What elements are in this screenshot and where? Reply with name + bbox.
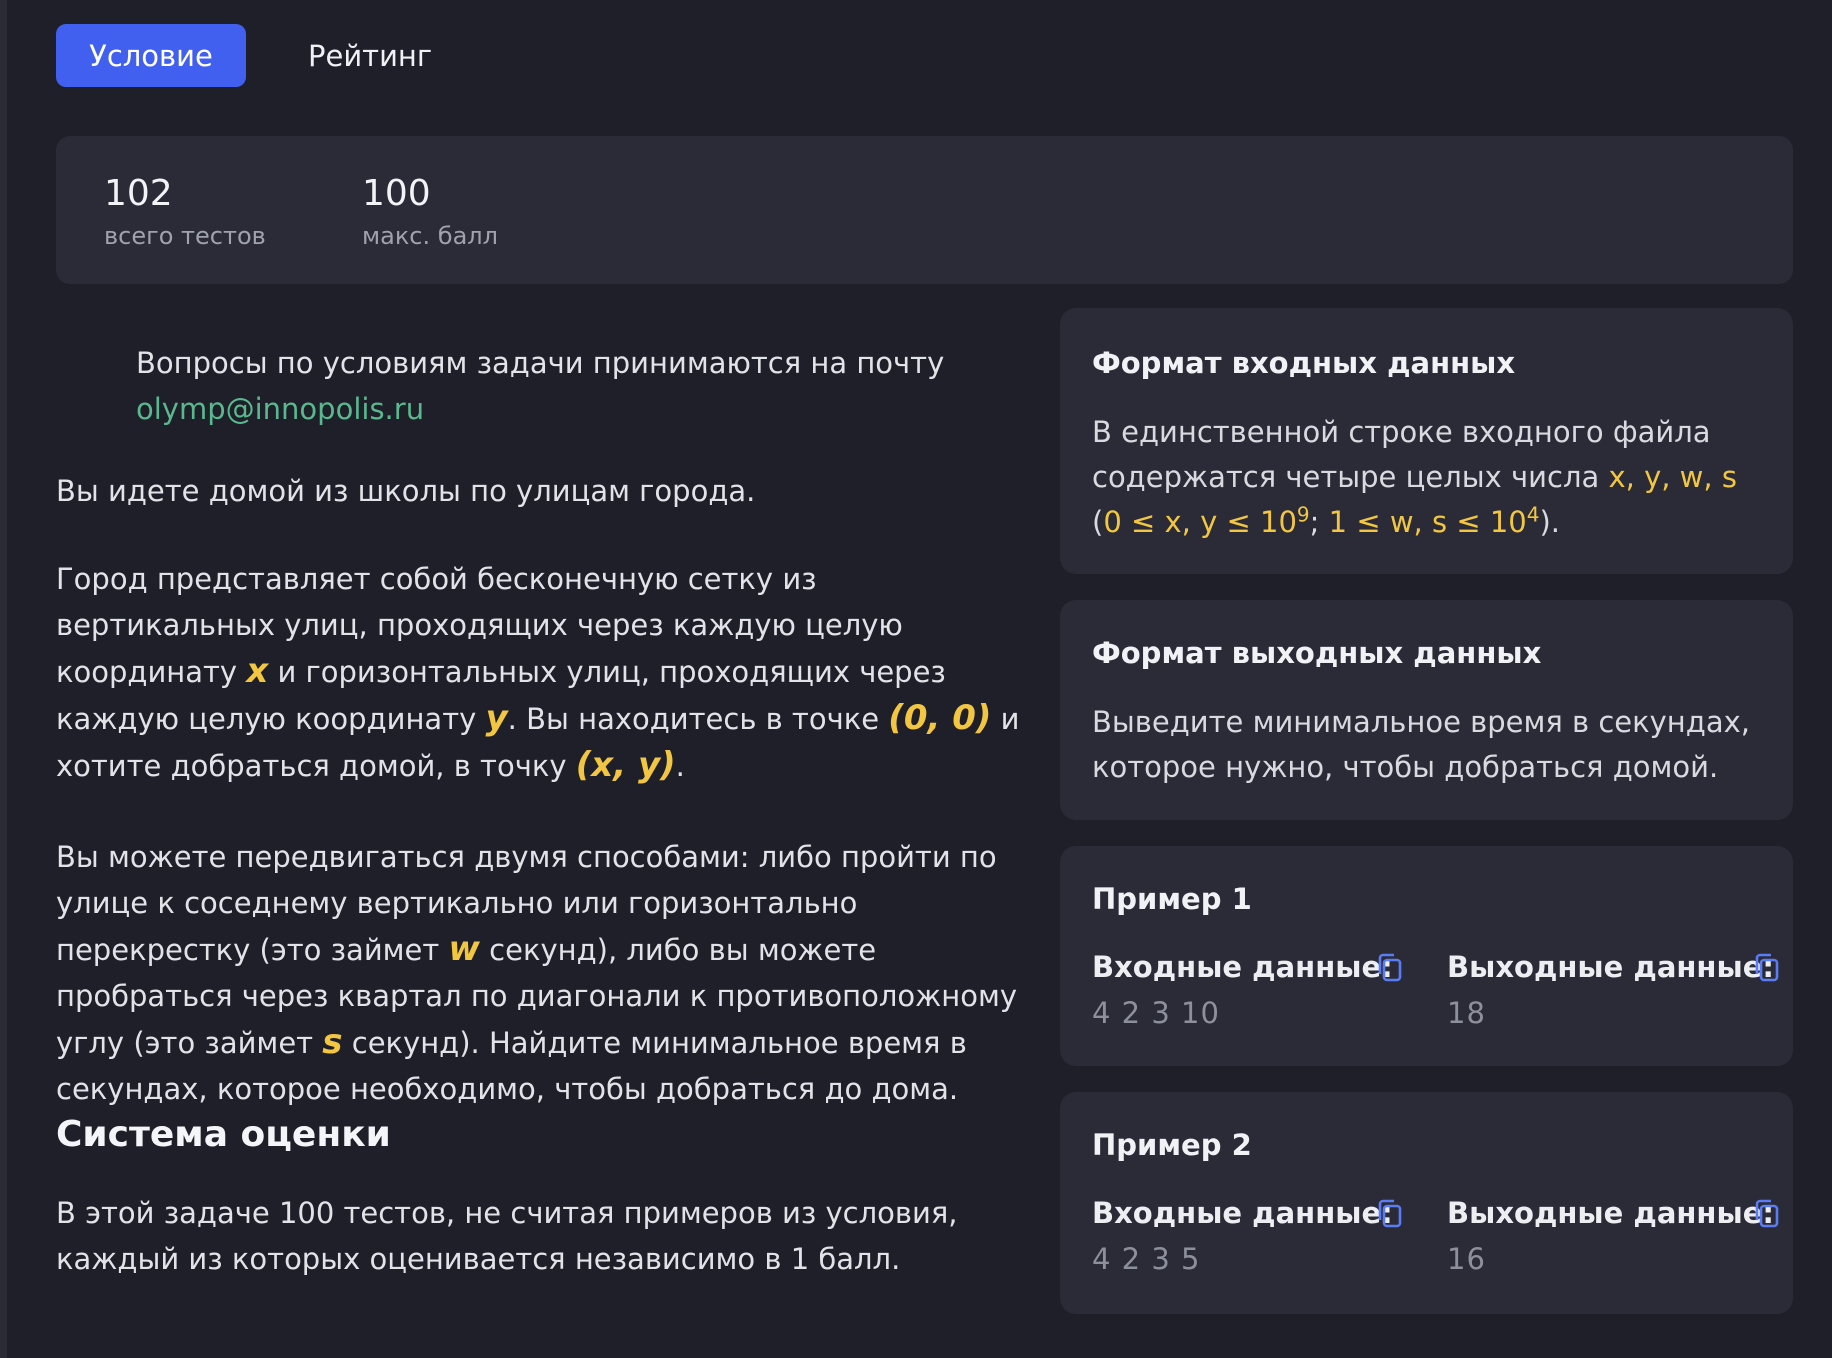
example-input-label: Входные данные: bbox=[1092, 1196, 1393, 1230]
copy-icon[interactable] bbox=[1753, 1198, 1781, 1230]
var-x: x bbox=[246, 651, 269, 691]
tab-bar: Условие Рейтинг bbox=[56, 24, 432, 87]
point-start: (0, 0) bbox=[888, 698, 992, 738]
stats-panel: 102 всего тестов 100 макс. балл bbox=[56, 136, 1793, 284]
p2-text-3: . Вы находитесь в точке bbox=[507, 702, 889, 736]
var-s: s bbox=[322, 1022, 343, 1062]
contact-note: Вопросы по условиям задачи принимаются н… bbox=[56, 340, 1026, 432]
max-score-label: макс. балл bbox=[362, 222, 498, 250]
tests-count: 102 bbox=[104, 173, 173, 214]
stat-max-score: 100 макс. балл bbox=[362, 173, 498, 251]
input-format-card: Формат входных данных В единственной стр… bbox=[1060, 308, 1793, 574]
constraint-sep: ; bbox=[1309, 505, 1329, 539]
left-edge-divider bbox=[0, 0, 7, 1358]
note-text: Вопросы по условиям задачи принимаются н… bbox=[136, 346, 945, 380]
statement-grid-paragraph: Город представляет собой бесконечную сет… bbox=[56, 556, 1026, 789]
input-format-title: Формат входных данных bbox=[1092, 346, 1516, 380]
input-format-text-3: ). bbox=[1539, 505, 1561, 539]
contact-email-link[interactable]: olymp@innopolis.ru bbox=[136, 392, 424, 426]
scoring-text: В этой задаче 100 тестов, не считая прим… bbox=[56, 1196, 958, 1276]
example-input-label: Входные данные: bbox=[1092, 950, 1393, 984]
example-output-value: 16 bbox=[1447, 1242, 1486, 1276]
statement: Вопросы по условиям задачи принимаются н… bbox=[56, 340, 1026, 1276]
output-format-title: Формат выходных данных bbox=[1092, 636, 1542, 670]
p2-text-5: . bbox=[675, 749, 685, 783]
example-input-value: 4 2 3 10 bbox=[1092, 996, 1220, 1030]
statement-intro: Вы идете домой из школы по улицам города… bbox=[56, 474, 756, 508]
example-title: Пример 1 bbox=[1092, 882, 1252, 916]
example-input-value: 4 2 3 5 bbox=[1092, 1242, 1201, 1276]
statement-movement-paragraph: Вы можете передвигаться двумя способами:… bbox=[56, 834, 1026, 1112]
output-format-text: Выведите минимальное время в секундах, к… bbox=[1092, 705, 1750, 784]
constraint-ws-exp: 4 bbox=[1526, 502, 1540, 527]
scoring-title: Система оценки bbox=[56, 1114, 391, 1155]
example-output-value: 18 bbox=[1447, 996, 1486, 1030]
example-output-label: Выходные данные: bbox=[1447, 950, 1774, 984]
copy-icon[interactable] bbox=[1753, 952, 1781, 984]
copy-icon[interactable] bbox=[1376, 1198, 1404, 1230]
var-w: w bbox=[448, 929, 480, 969]
constraint-xy: 0 ≤ x, y ≤ 10 bbox=[1103, 505, 1297, 539]
example-title: Пример 2 bbox=[1092, 1128, 1252, 1162]
example-card-1: Пример 1 Входные данные: Выходные данные… bbox=[1060, 846, 1793, 1066]
copy-icon[interactable] bbox=[1376, 952, 1404, 984]
point-home: (x, y) bbox=[575, 745, 676, 785]
output-format-card: Формат выходных данных Выведите минималь… bbox=[1060, 600, 1793, 820]
max-score: 100 bbox=[362, 173, 431, 214]
input-format-vars: x, y, w, s bbox=[1608, 460, 1737, 494]
stat-tests: 102 всего тестов bbox=[104, 173, 266, 251]
constraint-xy-exp: 9 bbox=[1296, 502, 1310, 527]
constraint-ws: 1 ≤ w, s ≤ 10 bbox=[1328, 505, 1527, 539]
var-y: y bbox=[485, 698, 508, 738]
example-output-label: Выходные данные: bbox=[1447, 1196, 1774, 1230]
tab-rating[interactable]: Рейтинг bbox=[308, 24, 432, 87]
input-format-text: В единственной строке входного файла сод… bbox=[1092, 410, 1753, 545]
example-card-2: Пример 2 Входные данные: Выходные данные… bbox=[1060, 1092, 1793, 1314]
tests-label: всего тестов bbox=[104, 222, 266, 250]
tab-statement[interactable]: Условие bbox=[56, 24, 246, 87]
input-format-text-2: ( bbox=[1092, 505, 1104, 539]
